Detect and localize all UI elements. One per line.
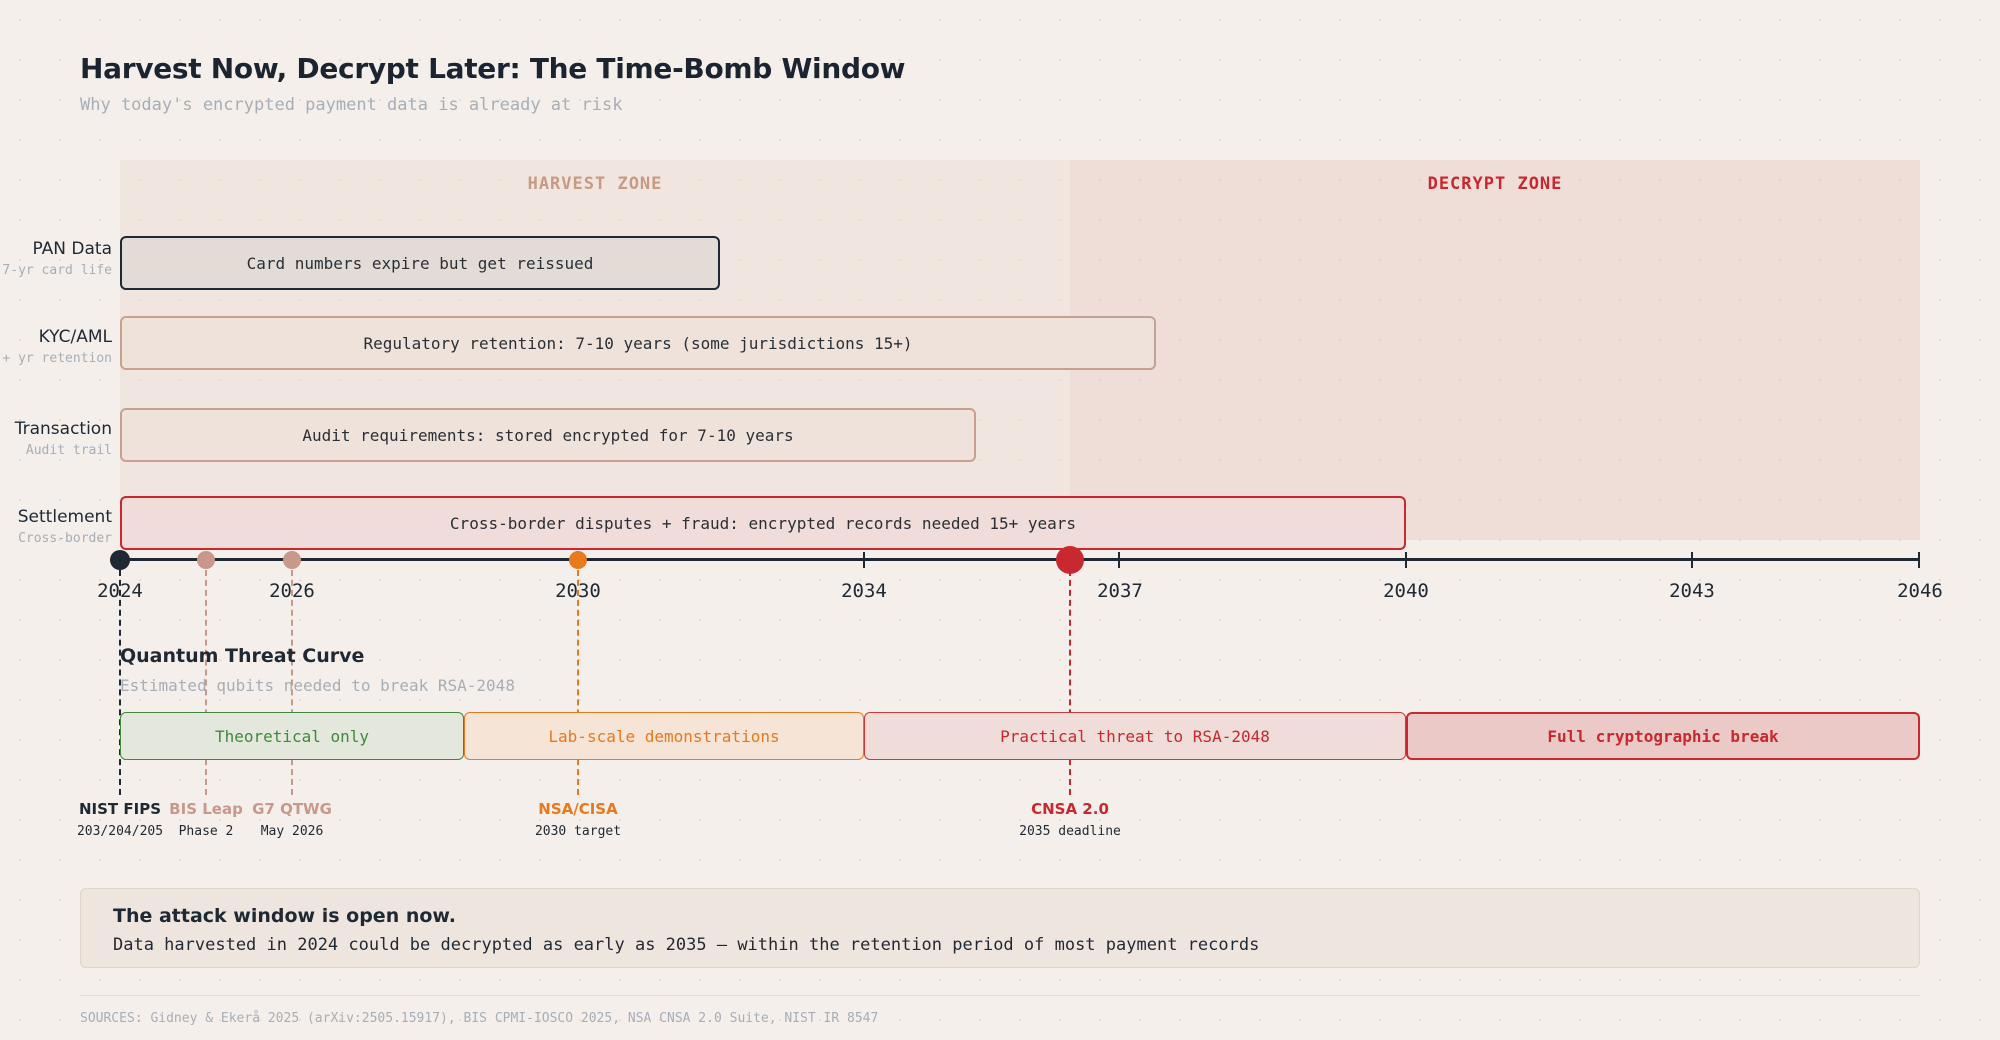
milestone-dot-nist bbox=[110, 550, 130, 570]
harvest-zone-label: HARVEST ZONE bbox=[527, 174, 663, 194]
row-label-settlement: Settlement Cross-border bbox=[18, 507, 112, 546]
row-label-main: KYC/AML bbox=[38, 327, 112, 347]
axis-tick bbox=[1918, 552, 1920, 568]
quantum-curve-title: Quantum Threat Curve bbox=[120, 645, 365, 667]
axis-tick-label: 2046 bbox=[1897, 580, 1943, 602]
axis-tick-label: 2037 bbox=[1097, 580, 1143, 602]
row-label-sub: + yr retention bbox=[2, 351, 112, 366]
axis-tick-label: 2024 bbox=[97, 580, 143, 602]
milestone-name: G7 QTWG bbox=[252, 800, 332, 818]
retention-bar-settlement: Cross-border disputes + fraud: encrypted… bbox=[120, 496, 1406, 550]
row-label-pan: PAN Data 7-yr card life bbox=[2, 239, 112, 278]
milestone-nsa: NSA/CISA 2030 target bbox=[535, 800, 621, 839]
milestone-name: NIST FIPS bbox=[78, 800, 162, 818]
sources-footnote: SOURCES: Gidney & Ekerå 2025 (arXiv:2505… bbox=[80, 1011, 879, 1026]
callout-body: Data harvested in 2024 could be decrypte… bbox=[113, 935, 1260, 955]
milestone-detail: 2035 deadline bbox=[1019, 824, 1121, 839]
milestone-dot-nsa bbox=[569, 551, 587, 569]
phase-theoretical: Theoretical only bbox=[120, 712, 464, 760]
quantum-curve-subtitle: Estimated qubits needed to break RSA-204… bbox=[120, 676, 515, 695]
axis-tick-label: 2030 bbox=[555, 580, 601, 602]
attack-window-callout: The attack window is open now. Data harv… bbox=[80, 888, 1920, 968]
axis-tick-label: 2034 bbox=[841, 580, 887, 602]
axis-tick bbox=[1405, 552, 1407, 568]
row-label-sub: 7-yr card life bbox=[2, 263, 112, 278]
axis-tick-label: 2040 bbox=[1383, 580, 1429, 602]
row-label-main: PAN Data bbox=[32, 239, 112, 259]
milestone-name: BIS Leap bbox=[169, 800, 243, 818]
milestone-detail: May 2026 bbox=[260, 824, 324, 839]
milestone-g7: G7 QTWG May 2026 bbox=[252, 800, 332, 839]
footer-divider bbox=[80, 995, 1920, 996]
axis-tick-label: 2043 bbox=[1669, 580, 1715, 602]
milestone-dot-cnsa bbox=[1056, 546, 1084, 574]
row-label-main: Transaction bbox=[14, 419, 112, 439]
axis-tick bbox=[863, 552, 865, 568]
milestone-cnsa: CNSA 2.0 2035 deadline bbox=[1019, 800, 1121, 839]
timeline-axis bbox=[120, 558, 1920, 561]
milestone-dot-bis bbox=[197, 551, 215, 569]
milestone-detail: 2030 target bbox=[534, 824, 622, 839]
milestone-name: CNSA 2.0 bbox=[1031, 800, 1109, 818]
retention-bar-pan: Card numbers expire but get reissued bbox=[120, 236, 720, 290]
milestone-detail: 203/204/205 bbox=[76, 824, 164, 839]
page: Harvest Now, Decrypt Later: The Time-Bom… bbox=[0, 0, 2000, 1040]
milestone-dot-g7 bbox=[283, 551, 301, 569]
row-label-sub: Cross-border bbox=[18, 531, 112, 546]
axis-tick bbox=[1118, 552, 1120, 568]
callout-heading: The attack window is open now. bbox=[113, 905, 456, 927]
retention-bar-kyc: Regulatory retention: 7-10 years (some j… bbox=[120, 316, 1156, 370]
phase-practical-threat: Practical threat to RSA-2048 bbox=[864, 712, 1406, 760]
page-subtitle: Why today's encrypted payment data is al… bbox=[80, 95, 623, 115]
decrypt-zone bbox=[1070, 160, 1920, 540]
row-label-sub: Audit trail bbox=[25, 443, 112, 458]
retention-bar-transaction: Audit requirements: stored encrypted for… bbox=[120, 408, 976, 462]
row-label-kyc: KYC/AML + yr retention bbox=[2, 327, 112, 366]
page-title: Harvest Now, Decrypt Later: The Time-Bom… bbox=[80, 52, 906, 85]
row-label-main: Settlement bbox=[17, 507, 112, 527]
axis-tick bbox=[1691, 552, 1693, 568]
milestone-detail: Phase 2 bbox=[178, 824, 234, 839]
row-label-transaction: Transaction Audit trail bbox=[15, 419, 112, 458]
phase-full-break: Full cryptographic break bbox=[1406, 712, 1920, 760]
milestone-nist: NIST FIPS 203/204/205 bbox=[77, 800, 163, 839]
milestone-name: NSA/CISA bbox=[538, 800, 618, 818]
axis-tick-label: 2026 bbox=[269, 580, 315, 602]
decrypt-zone-label: DECRYPT ZONE bbox=[1427, 174, 1563, 194]
phase-lab-scale: Lab-scale demonstrations bbox=[464, 712, 864, 760]
milestone-bis: BIS Leap Phase 2 bbox=[169, 800, 243, 839]
